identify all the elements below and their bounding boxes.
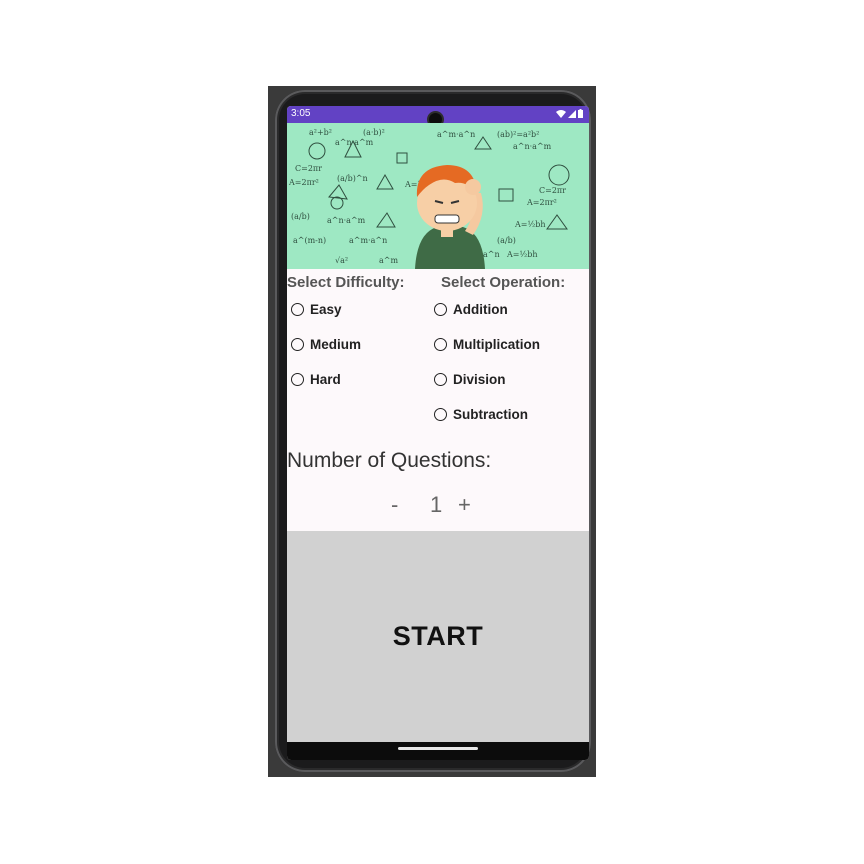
status-icons: [556, 109, 583, 118]
svg-text:A=2πr²: A=2πr²: [526, 198, 557, 207]
decrement-button[interactable]: -: [391, 492, 398, 518]
radio-medium-label: Medium: [310, 337, 362, 352]
svg-text:A=½bh: A=½bh: [514, 220, 546, 229]
svg-text:C=2πr: C=2πr: [295, 164, 322, 173]
radio-addition[interactable]: Addition: [434, 302, 508, 317]
radio-hard-label: Hard: [310, 372, 341, 387]
app-screen: 3:05 a²+b² (a·b)² a^m·a^n (ab)²=a²b² a^n…: [287, 106, 589, 760]
radio-subtraction[interactable]: Subtraction: [434, 407, 528, 422]
svg-text:a^n·a^m: a^n·a^m: [513, 142, 552, 151]
radio-button-icon[interactable]: [291, 303, 304, 316]
svg-text:A=½bh: A=½bh: [506, 250, 538, 259]
radio-button-icon[interactable]: [434, 408, 447, 421]
radio-button-icon[interactable]: [434, 373, 447, 386]
status-time: 3:05: [291, 108, 311, 119]
navigation-bar: [287, 742, 589, 760]
svg-text:(a/b)^n: (a/b)^n: [337, 174, 368, 183]
radio-multiplication-label: Multiplication: [453, 337, 540, 352]
svg-text:(a/b): (a/b): [497, 236, 516, 245]
signal-icon: [568, 109, 576, 118]
radio-division-label: Division: [453, 372, 506, 387]
svg-text:C=2πr: C=2πr: [539, 186, 566, 195]
radio-division[interactable]: Division: [434, 372, 506, 387]
svg-text:a^n: a^n: [483, 250, 500, 259]
radio-hard[interactable]: Hard: [291, 372, 341, 387]
radio-button-icon[interactable]: [434, 303, 447, 316]
svg-text:a^m·a^n: a^m·a^n: [437, 130, 475, 139]
radio-easy[interactable]: Easy: [291, 302, 342, 317]
svg-text:a^n·a^m: a^n·a^m: [327, 216, 366, 225]
radio-addition-label: Addition: [453, 302, 508, 317]
svg-text:a^m·a^n: a^m·a^n: [349, 236, 387, 245]
wifi-icon: [556, 109, 566, 118]
difficulty-label: Select Difficulty:: [287, 274, 405, 291]
radio-easy-label: Easy: [310, 302, 342, 317]
banner-image: a²+b² (a·b)² a^m·a^n (ab)²=a²b² a^n·a^m …: [287, 123, 589, 269]
svg-text:a^(m-n): a^(m-n): [293, 236, 326, 245]
battery-icon: [578, 109, 583, 118]
start-button-label: START: [392, 621, 484, 651]
increment-button[interactable]: +: [458, 492, 471, 518]
emulator-stage: 3:05 a²+b² (a·b)² a^m·a^n (ab)²=a²b² a^n…: [0, 0, 864, 864]
radio-medium[interactable]: Medium: [291, 337, 361, 352]
radio-multiplication[interactable]: Multiplication: [434, 337, 540, 352]
operation-label: Select Operation:: [441, 274, 566, 291]
math-boy-illustration: a²+b² (a·b)² a^m·a^n (ab)²=a²b² a^n·a^m …: [288, 128, 570, 269]
svg-text:a^n·a^m: a^n·a^m: [335, 138, 374, 147]
svg-text:(a·b)²: (a·b)²: [363, 128, 385, 137]
home-gesture-handle[interactable]: [398, 747, 478, 750]
start-button[interactable]: START: [287, 531, 589, 742]
svg-text:A=2πr²: A=2πr²: [288, 178, 319, 187]
svg-text:√a²: √a²: [335, 256, 348, 265]
radio-button-icon[interactable]: [434, 338, 447, 351]
svg-text:(a/b): (a/b): [291, 212, 310, 221]
radio-button-icon[interactable]: [291, 373, 304, 386]
svg-text:(ab)²=a²b²: (ab)²=a²b²: [497, 130, 539, 139]
radio-button-icon[interactable]: [291, 338, 304, 351]
number-of-questions-label: Number of Questions:: [287, 449, 492, 472]
svg-text:a^m: a^m: [379, 256, 398, 265]
question-count: 1: [430, 492, 443, 517]
radio-subtraction-label: Subtraction: [453, 407, 529, 422]
svg-text:a²+b²: a²+b²: [309, 128, 332, 137]
